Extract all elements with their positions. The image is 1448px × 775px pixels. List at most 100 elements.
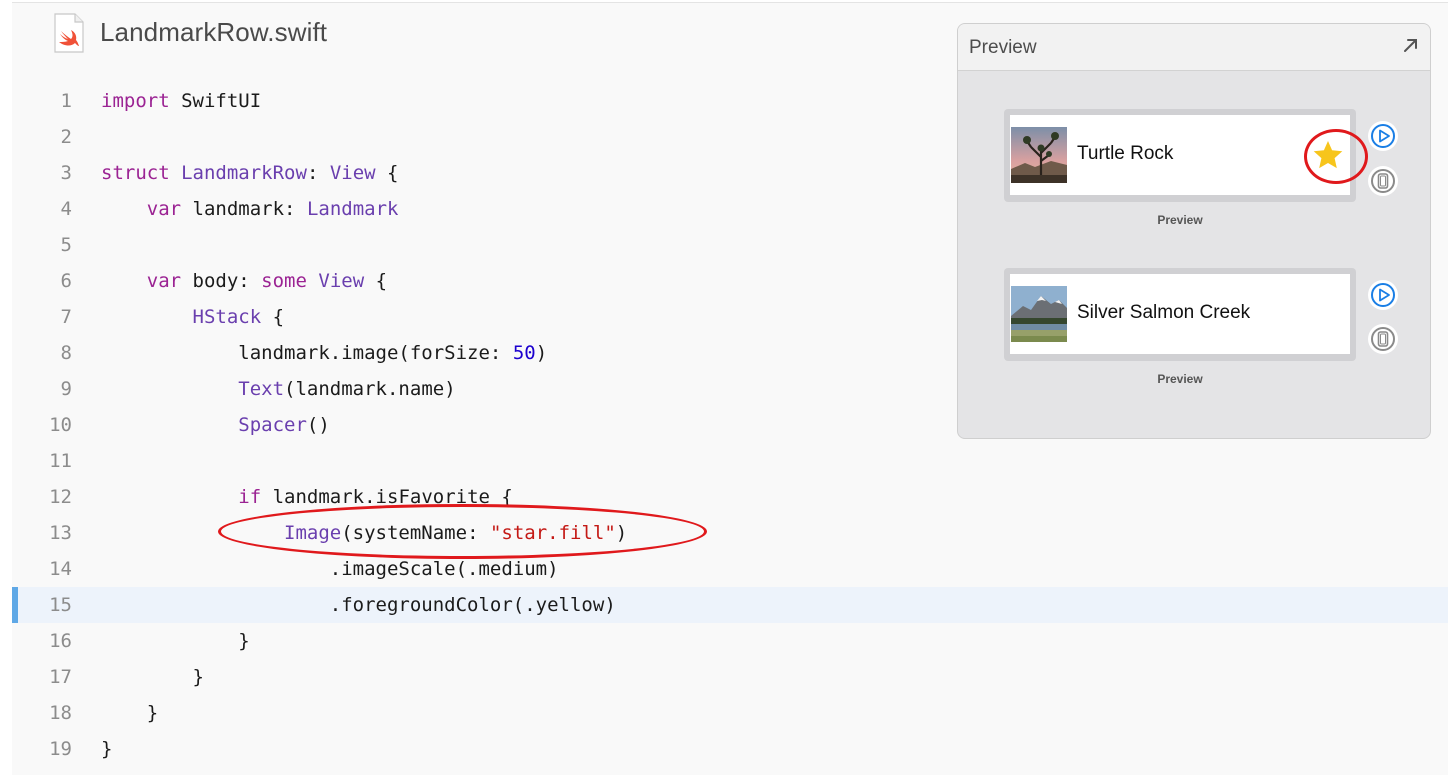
- code-token: }: [101, 666, 204, 688]
- code-line[interactable]: 14 .imageScale(.medium): [12, 551, 1448, 587]
- code-text: HStack {: [101, 299, 285, 335]
- preview-title: Preview: [969, 37, 1037, 58]
- file-title: LandmarkRow.swift: [100, 17, 328, 47]
- line-number: 17: [49, 666, 72, 688]
- live-preview-button[interactable]: [1368, 121, 1398, 151]
- line-number: 3: [60, 162, 72, 184]
- line-number: 18: [49, 702, 72, 724]
- code-line[interactable]: 15 .foregroundColor(.yellow): [12, 587, 1448, 623]
- line-number: 14: [49, 558, 72, 580]
- code-text: Spacer(): [101, 407, 330, 443]
- mountain-lake-photo: [1011, 286, 1067, 342]
- line-number: 7: [60, 306, 72, 328]
- line-number: 5: [60, 234, 72, 256]
- code-token: import: [101, 90, 170, 112]
- code-line[interactable]: 11: [12, 443, 1448, 479]
- line-number: 2: [60, 126, 72, 148]
- code-token: SwiftUI: [169, 90, 262, 112]
- landmark-name: Turtle Rock: [1077, 143, 1174, 164]
- line-number: 8: [60, 342, 72, 364]
- star-fill-icon: [1313, 141, 1343, 169]
- code-text: Image(systemName: "star.fill"): [101, 515, 627, 551]
- code-token: if: [238, 486, 262, 508]
- code-token: landmark.isFavorite {: [261, 486, 513, 508]
- live-preview-button[interactable]: [1368, 280, 1398, 310]
- preview-on-device-button[interactable]: [1368, 324, 1398, 354]
- code-token: var: [146, 198, 182, 220]
- line-number: 19: [49, 738, 72, 760]
- code-line[interactable]: 16 }: [12, 623, 1448, 659]
- code-text: if landmark.isFavorite {: [101, 479, 513, 515]
- code-token: .imageScale(.medium): [101, 558, 559, 580]
- preview-on-device-icon: [1371, 169, 1395, 193]
- code-token: "star.fill": [489, 522, 616, 544]
- code-line[interactable]: 17 }: [12, 659, 1448, 695]
- code-token: some: [261, 270, 307, 292]
- code-line[interactable]: 12 if landmark.isFavorite {: [12, 479, 1448, 515]
- preview-panel: Preview Turtle Rock Preview Silver Salmo…: [957, 23, 1431, 439]
- code-token: ): [615, 522, 628, 544]
- line-number: 16: [49, 630, 72, 652]
- code-text: }: [101, 659, 204, 695]
- landmark-name: Silver Salmon Creek: [1077, 302, 1251, 323]
- line-number: 12: [49, 486, 72, 508]
- code-token: landmark.image(forSize:: [101, 342, 513, 364]
- preview-on-device-icon: [1371, 327, 1395, 351]
- code-token: (landmark.name): [284, 378, 456, 400]
- code-token: ): [535, 342, 548, 364]
- line-number: 9: [60, 378, 72, 400]
- live-preview-play-icon: [1371, 283, 1395, 307]
- code-token: }: [101, 630, 250, 652]
- code-token: {: [375, 162, 399, 184]
- landmark-row: Silver Salmon Creek: [1010, 274, 1350, 354]
- code-token: View: [318, 270, 365, 292]
- preview-card-turtle-rock[interactable]: Turtle Rock: [1004, 109, 1356, 202]
- code-token: 50: [512, 342, 536, 364]
- line-number: 10: [49, 414, 72, 436]
- arrow-up-right-icon[interactable]: [1402, 36, 1420, 54]
- code-token: Spacer: [238, 414, 307, 436]
- code-token: LandmarkRow: [181, 162, 307, 184]
- joshua-tree-photo: [1011, 127, 1067, 183]
- preview-header: Preview: [958, 24, 1430, 71]
- code-token: var: [146, 270, 182, 292]
- line-number: 4: [60, 198, 72, 220]
- line-number: 6: [60, 270, 72, 292]
- code-token: (systemName:: [341, 522, 490, 544]
- code-line[interactable]: 19}: [12, 731, 1448, 767]
- landmark-row: Turtle Rock: [1010, 115, 1350, 195]
- code-token: Landmark: [306, 198, 399, 220]
- code-text: struct LandmarkRow: View {: [101, 155, 398, 191]
- code-token: Image: [284, 522, 342, 544]
- code-text: landmark.image(forSize: 50): [101, 335, 547, 371]
- code-text: var landmark: Landmark: [101, 191, 399, 227]
- code-token: .foregroundColor(.yellow): [101, 594, 616, 616]
- code-token: }: [101, 702, 159, 724]
- code-text: import SwiftUI: [101, 83, 261, 119]
- code-line[interactable]: 18 }: [12, 695, 1448, 731]
- preview-card-silver-salmon-creek[interactable]: Silver Salmon Creek: [1004, 268, 1356, 361]
- code-text: }: [101, 731, 112, 767]
- code-text: var body: some View {: [101, 263, 387, 299]
- preview-on-device-button[interactable]: [1368, 166, 1398, 196]
- code-token: struct: [101, 162, 170, 184]
- code-token: body:: [181, 270, 262, 292]
- code-token: (): [306, 414, 330, 436]
- live-preview-play-icon: [1371, 124, 1395, 148]
- code-text: }: [101, 623, 250, 659]
- code-token: HStack: [192, 306, 262, 328]
- line-number: 1: [60, 90, 72, 112]
- code-token: {: [364, 270, 388, 292]
- code-token: Text: [238, 378, 285, 400]
- code-token: :: [306, 162, 330, 184]
- code-text: .foregroundColor(.yellow): [101, 587, 616, 623]
- code-line[interactable]: 13 Image(systemName: "star.fill"): [12, 515, 1448, 551]
